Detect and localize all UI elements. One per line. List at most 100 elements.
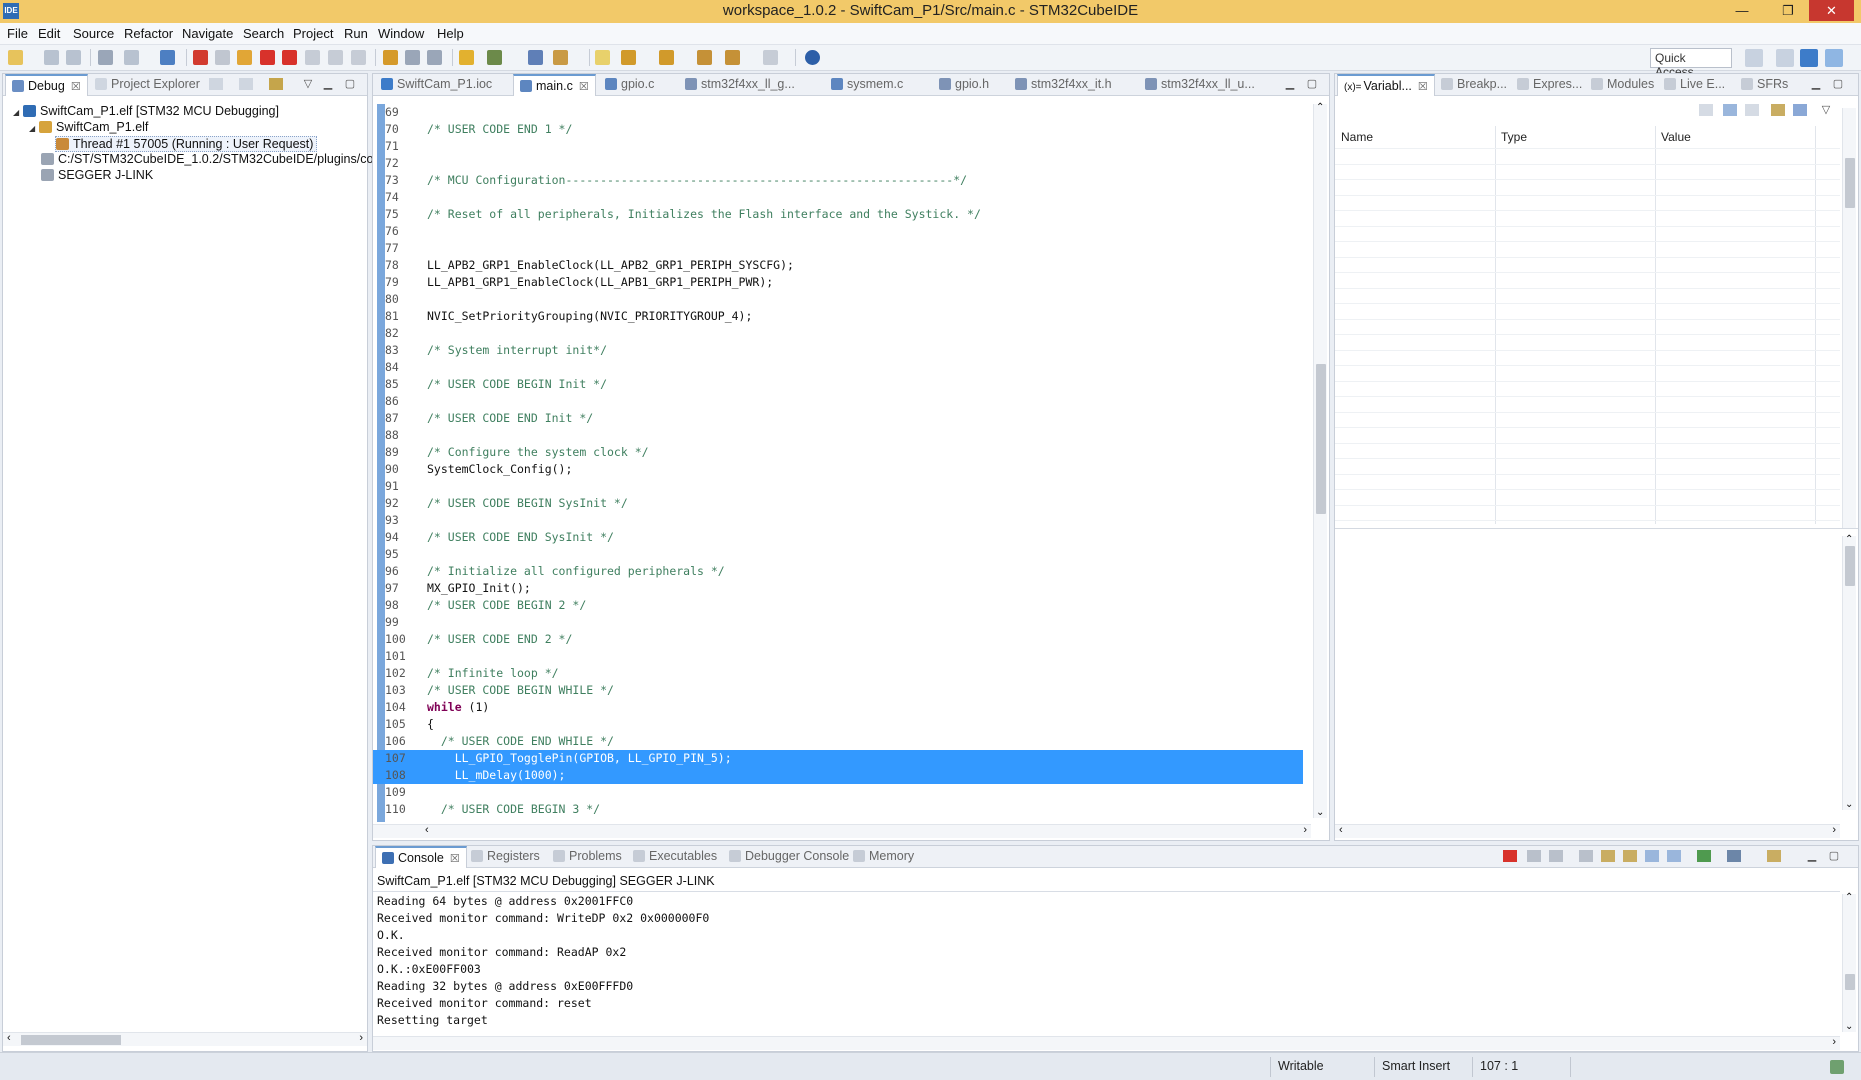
code-line[interactable]: 94 /* USER CODE END SysInit */ [373, 529, 1303, 546]
menu-file[interactable]: File [7, 26, 28, 41]
maximize-view-icon[interactable]: ▢ [1831, 78, 1845, 90]
link-with-editor-icon[interactable] [269, 78, 283, 90]
code-line[interactable]: 96 /* Initialize all configured periphera… [373, 563, 1303, 580]
code-line[interactable]: 109 [373, 784, 1303, 801]
tab-live-expressions[interactable]: Live E... [1658, 74, 1731, 96]
tab-sfrs[interactable]: SFRs [1735, 74, 1794, 96]
step-into-icon[interactable] [305, 50, 320, 65]
variables-table[interactable]: Name Type Value [1335, 100, 1858, 528]
close-button[interactable]: ✕ [1809, 0, 1854, 21]
tab-gpio-c[interactable]: gpio.c [599, 74, 660, 96]
console-hscrollbar[interactable]: › [373, 1036, 1840, 1050]
scroll-left-icon[interactable]: ‹ [425, 824, 429, 836]
code-line[interactable]: 103 /* USER CODE BEGIN WHILE */ [373, 682, 1303, 699]
display-selected-console-icon[interactable] [1727, 850, 1741, 862]
minimize-button[interactable]: — [1727, 0, 1757, 21]
code-line[interactable]: 72 [373, 155, 1303, 172]
tab-expressions[interactable]: Expres... [1511, 74, 1588, 96]
tree-process-item[interactable]: ◢ SwiftCam_P1.elf [29, 120, 148, 136]
view-menu-icon[interactable]: ▽ [301, 78, 315, 90]
terminate-icon[interactable] [260, 50, 275, 65]
build-target-icon[interactable] [459, 50, 474, 65]
tab-swiftcam-ioc[interactable]: SwiftCam_P1.ioc [375, 74, 498, 96]
code-line[interactable]: 75 /* Reset of all peripherals, Initializ… [373, 206, 1303, 223]
debug-config-icon[interactable] [487, 50, 502, 65]
step-return-icon[interactable] [351, 50, 366, 65]
tab-debug[interactable]: Debug ☒ [5, 74, 88, 96]
minimize-view-icon[interactable]: ▁ [1809, 78, 1823, 90]
use-step-filters-icon[interactable] [405, 50, 420, 65]
tab-problems[interactable]: Problems [547, 846, 628, 868]
code-line[interactable]: 104 while (1) [373, 699, 1303, 716]
scroll-left-icon[interactable]: ‹ [1339, 824, 1343, 836]
show-on-stdout-icon[interactable] [1645, 850, 1659, 862]
code-line[interactable]: 99 [373, 614, 1303, 631]
external-tools-icon[interactable] [528, 50, 543, 65]
word-wrap-icon[interactable] [1623, 850, 1637, 862]
code-line[interactable]: 91 [373, 478, 1303, 495]
close-icon[interactable]: ☒ [71, 81, 81, 93]
console-output[interactable]: Reading 64 bytes @ address 0x2001FFC0 Rec… [373, 893, 1840, 1035]
tab-debugger-console[interactable]: Debugger Console [723, 846, 855, 868]
code-line[interactable]: 77 [373, 240, 1303, 257]
maximize-view-icon[interactable]: ▢ [1305, 78, 1319, 90]
back-icon[interactable] [725, 50, 740, 65]
tab-stm32f4xx-it-h[interactable]: stm32f4xx_it.h [1009, 74, 1118, 96]
code-line[interactable]: 100 /* USER CODE END 2 */ [373, 631, 1303, 648]
new-icon[interactable] [8, 50, 23, 65]
code-line[interactable]: 92 /* USER CODE BEGIN SysInit */ [373, 495, 1303, 512]
tab-variables[interactable]: (x)= Variabl... ☒ [1337, 74, 1435, 96]
suspend-icon[interactable] [237, 50, 252, 65]
code-line[interactable]: 88 [373, 427, 1303, 444]
tab-stm32f4xx-ll-g[interactable]: stm32f4xx_ll_g... [679, 74, 801, 96]
code-line[interactable]: 73 /* MCU Configuration------------------… [373, 172, 1303, 189]
code-line[interactable]: 95 [373, 546, 1303, 563]
expand-icon[interactable]: ◢ [13, 108, 23, 117]
code-line[interactable]: 76 [373, 223, 1303, 240]
variables-vscrollbar[interactable] [1842, 108, 1856, 528]
tab-project-explorer[interactable]: Project Explorer [89, 74, 206, 96]
debug-hscrollbar[interactable]: ‹ › [3, 1032, 367, 1046]
close-icon[interactable]: ☒ [579, 81, 589, 93]
expand-icon[interactable]: ◢ [29, 124, 39, 133]
code-editor[interactable]: 69 70 /* USER CODE END 1 */ 71 72 73 /* MCU Co… [373, 104, 1303, 822]
tree-thread-item[interactable]: Thread #1 57005 (Running : User Request) [55, 136, 318, 152]
menu-window[interactable]: Window [378, 26, 424, 41]
tab-gpio-h[interactable]: gpio.h [933, 74, 995, 96]
console-vscrollbar[interactable]: ⌃ ⌄ [1842, 892, 1856, 1032]
code-line[interactable]: 102 /* Infinite loop */ [373, 665, 1303, 682]
open-console-icon[interactable] [1767, 850, 1781, 862]
scroll-up-icon[interactable]: ⌃ [1845, 892, 1853, 903]
tab-main-c[interactable]: main.c ☒ [513, 74, 596, 96]
editor-hscrollbar[interactable]: ‹ › [373, 824, 1311, 838]
code-line[interactable]: 79 LL_APB1_GRP1_EnableClock(LL_APB1_GRP1_… [373, 274, 1303, 291]
pin-console-icon[interactable] [1697, 850, 1711, 862]
menu-search[interactable]: Search [243, 26, 284, 41]
code-line[interactable]: 70 /* USER CODE END 1 */ [373, 121, 1303, 138]
resume-icon[interactable] [193, 50, 208, 65]
code-line[interactable]: 108 LL_mDelay(1000); [373, 767, 1303, 784]
save-all-icon[interactable] [66, 50, 81, 65]
tab-sysmem-c[interactable]: sysmem.c [825, 74, 909, 96]
code-line[interactable]: 90 SystemClock_Config(); [373, 461, 1303, 478]
details-hscrollbar[interactable]: ‹ › [1335, 824, 1840, 838]
minimize-view-icon[interactable]: ▁ [1805, 850, 1819, 862]
code-line[interactable]: 86 [373, 393, 1303, 410]
tab-registers[interactable]: Registers [465, 846, 546, 868]
code-line[interactable]: 106 /* USER CODE END WHILE */ [373, 733, 1303, 750]
debug-perspective-icon[interactable] [1825, 49, 1843, 67]
scroll-thumb[interactable] [21, 1035, 121, 1045]
close-icon[interactable]: ☒ [450, 853, 460, 865]
tree-launch-item[interactable]: ◢ SwiftCam_P1.elf [STM32 MCU Debugging] [13, 104, 279, 120]
code-line[interactable]: 93 [373, 512, 1303, 529]
code-line[interactable]: 105 { [373, 716, 1303, 733]
clear-console-icon[interactable] [1579, 850, 1593, 862]
code-line[interactable]: 81 NVIC_SetPriorityGrouping(NVIC_PRIORITY… [373, 308, 1303, 325]
code-line[interactable]: 74 [373, 189, 1303, 206]
skip-breakpoints-icon[interactable] [160, 50, 175, 65]
menu-refactor[interactable]: Refactor [124, 26, 173, 41]
step-over-icon[interactable] [328, 50, 343, 65]
code-line[interactable]: 98 /* USER CODE BEGIN 2 */ [373, 597, 1303, 614]
previous-annotation-icon[interactable] [659, 50, 674, 65]
menu-help[interactable]: Help [437, 26, 464, 41]
